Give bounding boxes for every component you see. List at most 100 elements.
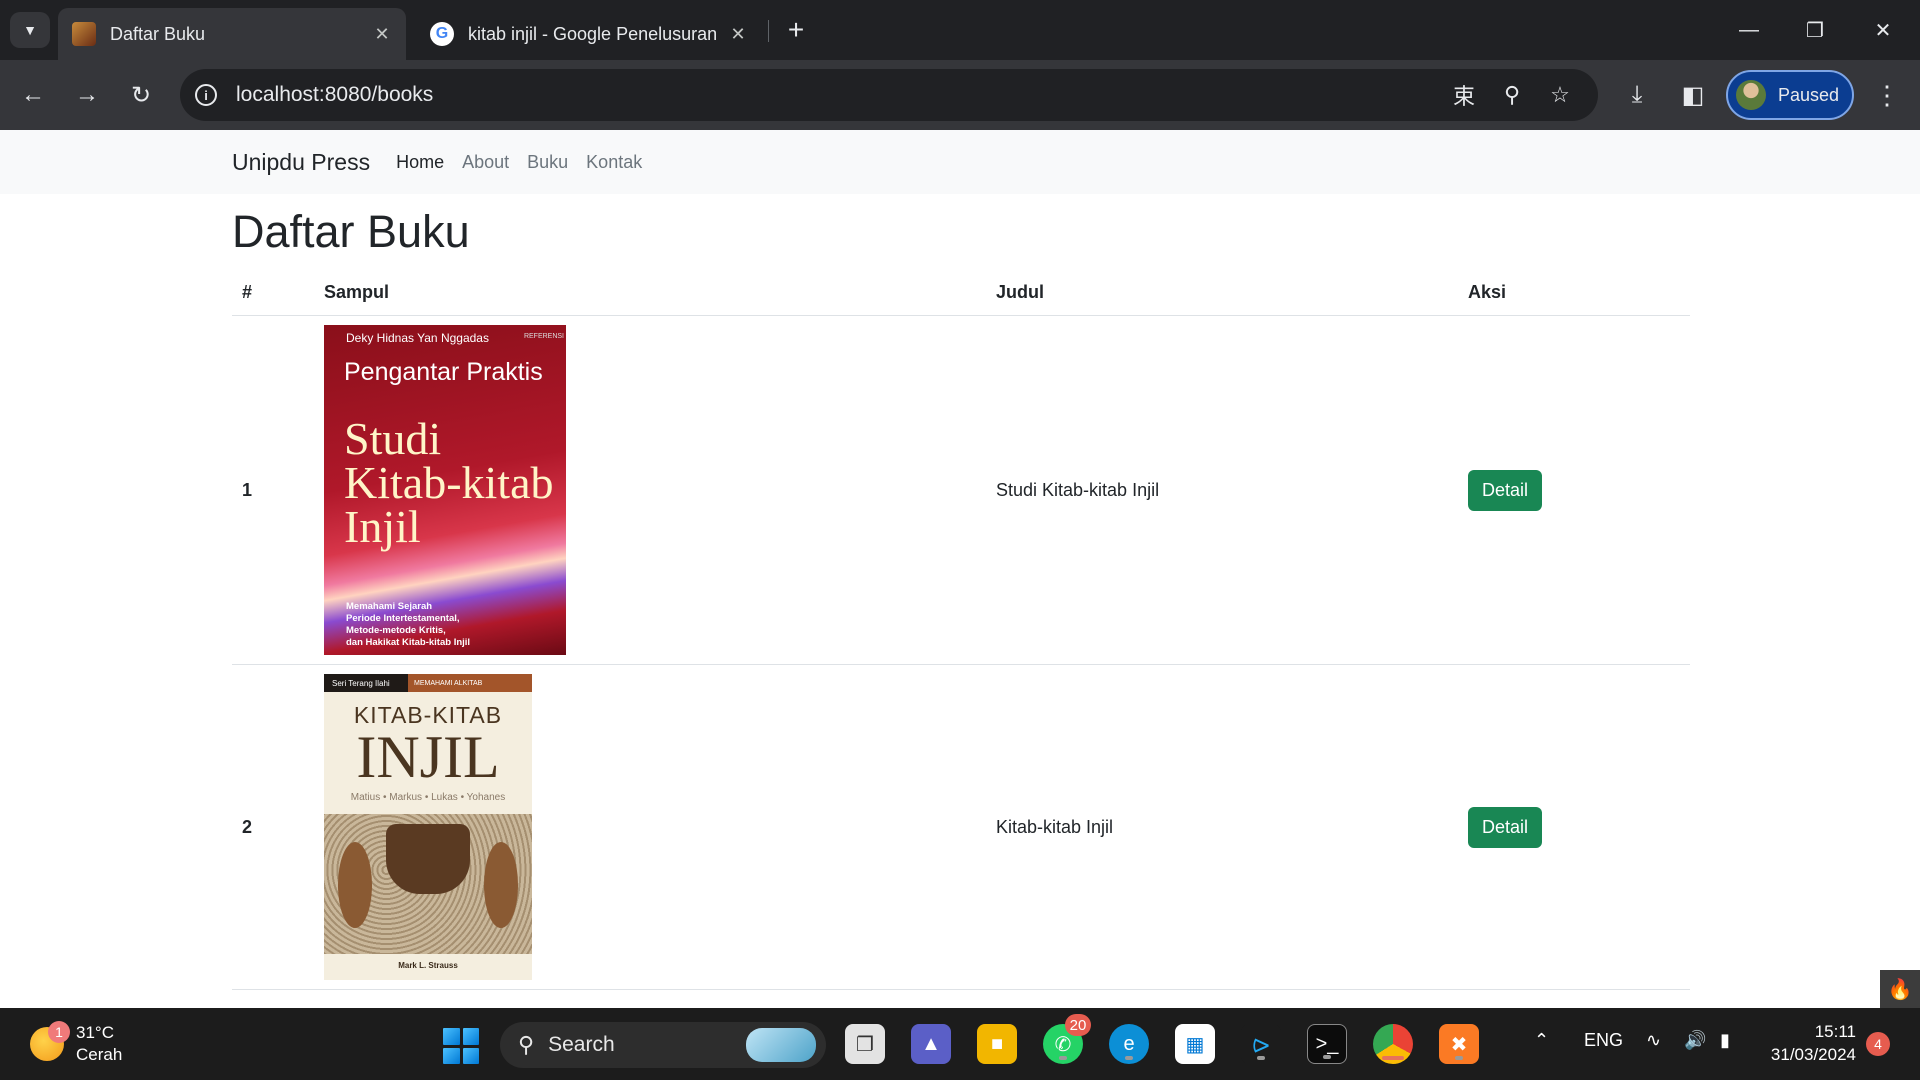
site-navbar: Unipdu Press Home About Buku Kontak [0, 130, 1920, 194]
volume-icon[interactable]: 🔊 [1684, 1030, 1706, 1051]
book-cover-image: Seri Terang Ilahi MEMAHAMI ALKITAB KITAB… [324, 674, 532, 980]
tab-title: kitab injil - Google Penelusuran [468, 23, 718, 44]
more-menu-icon[interactable]: ⋮ [1872, 78, 1902, 112]
cover-series-band: Seri Terang Ilahi MEMAHAMI ALKITAB [324, 674, 532, 692]
start-button[interactable] [443, 1028, 479, 1064]
running-indicator [1257, 1056, 1265, 1060]
book-cover-image: Deky Hidnas Yan Nggadas REFERENSI Pengan… [324, 325, 566, 655]
cover-badge: REFERENSI [523, 333, 564, 340]
xampp-icon[interactable]: ✖ [1439, 1024, 1479, 1064]
notification-badge[interactable]: 4 [1866, 1032, 1890, 1056]
language-indicator[interactable]: ENG [1584, 1030, 1623, 1051]
new-tab-button[interactable]: + [780, 14, 812, 46]
edge-icon[interactable]: e [1109, 1024, 1149, 1064]
profile-button[interactable]: Paused [1726, 70, 1854, 120]
side-panel-icon[interactable]: ◧ [1674, 76, 1712, 114]
weather-temperature: 31°C [76, 1023, 114, 1042]
taskbar-search-label: Search [548, 1033, 615, 1056]
table-row: 1 Deky Hidnas Yan Nggadas REFERENSI Peng… [232, 315, 1690, 665]
table-row: 2 Seri Terang Ilahi MEMAHAMI ALKITAB KIT… [232, 664, 1690, 990]
detail-button[interactable]: Detail [1468, 469, 1543, 511]
chevron-up-icon[interactable]: ⌃ [1534, 1030, 1549, 1051]
download-icon[interactable]: ⤓ [1618, 76, 1656, 114]
forward-button[interactable]: → [68, 76, 106, 114]
cover-title-line: Kitab-kitab [344, 457, 554, 508]
row-number: 1 [232, 315, 314, 665]
browser-tabstrip: ▼ Daftar Buku ✕ kitab injil - Google Pen… [0, 0, 1920, 60]
flame-icon[interactable]: 🔥 [1880, 970, 1920, 1008]
nav-link-home[interactable]: Home [396, 152, 444, 173]
tab-search-button[interactable]: ▼ [10, 12, 50, 48]
windows-logo-icon [443, 1028, 460, 1045]
content-container: Daftar Buku # Sampul Judul Aksi 1 Deky H… [232, 206, 1690, 990]
running-indicator [1059, 1056, 1067, 1060]
nav-link-kontak[interactable]: Kontak [586, 152, 642, 173]
whatsapp-icon[interactable]: ✆ 20 [1043, 1014, 1091, 1064]
web-page: Unipdu Press Home About Buku Kontak Daft… [0, 130, 1920, 1008]
cover-blurb-line: Memahami Sejarah [346, 601, 433, 612]
cover-title-main: INJIL [356, 724, 500, 790]
tab-google-search[interactable]: kitab injil - Google Penelusuran ✕ [416, 8, 762, 60]
fish-illustration [484, 842, 518, 928]
site-info-icon[interactable]: i [180, 69, 232, 121]
cover-title-line: Injil [344, 501, 421, 552]
system-clock[interactable]: 15:11 31/03/2024 [1764, 1020, 1856, 1066]
task-view-icon[interactable]: ❐ [845, 1024, 885, 1064]
running-indicator [1125, 1056, 1133, 1060]
cover-blurb-line: dan Hakikat Kitab-kitab Injil [346, 637, 471, 648]
reload-button[interactable]: ↻ [122, 76, 160, 114]
profile-status: Paused [1778, 84, 1840, 105]
nav-link-buku[interactable]: Buku [527, 152, 568, 173]
file-explorer-icon[interactable]: ■ [977, 1024, 1017, 1064]
row-number: 2 [232, 664, 314, 990]
book-title: Kitab-kitab Injil [986, 664, 1458, 990]
bread-basket-illustration [386, 824, 470, 894]
translate-icon[interactable]: 束 [1450, 81, 1478, 109]
restore-button[interactable]: ❐ [1792, 10, 1838, 50]
cover-blurb-line: Periode Intertestamental, [346, 613, 460, 624]
cover-tag: MEMAHAMI ALKITAB [408, 674, 532, 692]
taskbar-search[interactable]: ⚲ Search [500, 1022, 826, 1068]
zoom-icon[interactable]: ⚲ [1498, 81, 1526, 109]
avatar [1736, 80, 1766, 110]
detail-button[interactable]: Detail [1468, 806, 1543, 848]
chrome-icon[interactable] [1373, 1024, 1413, 1064]
column-header-number: # [232, 272, 314, 316]
cover-cell: Seri Terang Ilahi MEMAHAMI ALKITAB KITAB… [314, 664, 986, 990]
cover-cell: Deky Hidnas Yan Nggadas REFERENSI Pengan… [314, 315, 986, 665]
cover-title-line: Studi [344, 413, 442, 464]
weather-description: Cerah [76, 1045, 123, 1064]
action-cell: Detail [1458, 315, 1690, 665]
battery-icon[interactable]: ▮ [1720, 1030, 1730, 1051]
vscode-icon[interactable]: ⪧ [1241, 1024, 1281, 1064]
teams-chat-icon[interactable]: ▲ [911, 1024, 951, 1064]
minimize-button[interactable]: — [1726, 10, 1772, 50]
microsoft-store-icon[interactable]: ▦ [1175, 1024, 1215, 1064]
browser-toolbar: ← → ↻ i localhost:8080/books 束 ⚲ ☆ ⤓ ◧ P… [0, 60, 1920, 130]
nav-link-about[interactable]: About [462, 152, 509, 173]
action-cell: Detail [1458, 664, 1690, 990]
page-title: Daftar Buku [232, 206, 470, 257]
google-favicon-icon [430, 22, 454, 46]
cover-gospels: Matius • Markus • Lukas • Yohanes [350, 792, 506, 803]
tab-daftar-buku[interactable]: Daftar Buku ✕ [58, 8, 406, 60]
book-title: Studi Kitab-kitab Injil [986, 315, 1458, 665]
bookmark-star-icon[interactable]: ☆ [1546, 81, 1574, 109]
wifi-icon[interactable]: ∿ [1646, 1030, 1661, 1051]
address-url[interactable]: localhost:8080/books [236, 83, 433, 107]
back-button[interactable]: ← [14, 76, 52, 114]
cover-title: Studi Kitab-kitab Injil [344, 413, 554, 552]
chevron-down-icon: ▼ [23, 22, 37, 38]
fish-illustration [338, 842, 372, 928]
window-close-button[interactable]: ✕ [1860, 10, 1906, 50]
close-icon[interactable]: ✕ [372, 24, 392, 45]
address-bar[interactable]: i localhost:8080/books 束 ⚲ ☆ [180, 69, 1598, 121]
terminal-icon[interactable]: >_ [1307, 1024, 1347, 1064]
close-icon[interactable]: ✕ [728, 24, 748, 45]
book-favicon-icon [72, 22, 96, 46]
weather-widget[interactable]: 1 31°C Cerah [30, 1021, 123, 1066]
search-highlight-icon [746, 1028, 816, 1062]
whatsapp-badge: 20 [1065, 1014, 1091, 1036]
column-header-cover: Sampul [314, 272, 986, 316]
site-brand[interactable]: Unipdu Press [232, 149, 370, 176]
